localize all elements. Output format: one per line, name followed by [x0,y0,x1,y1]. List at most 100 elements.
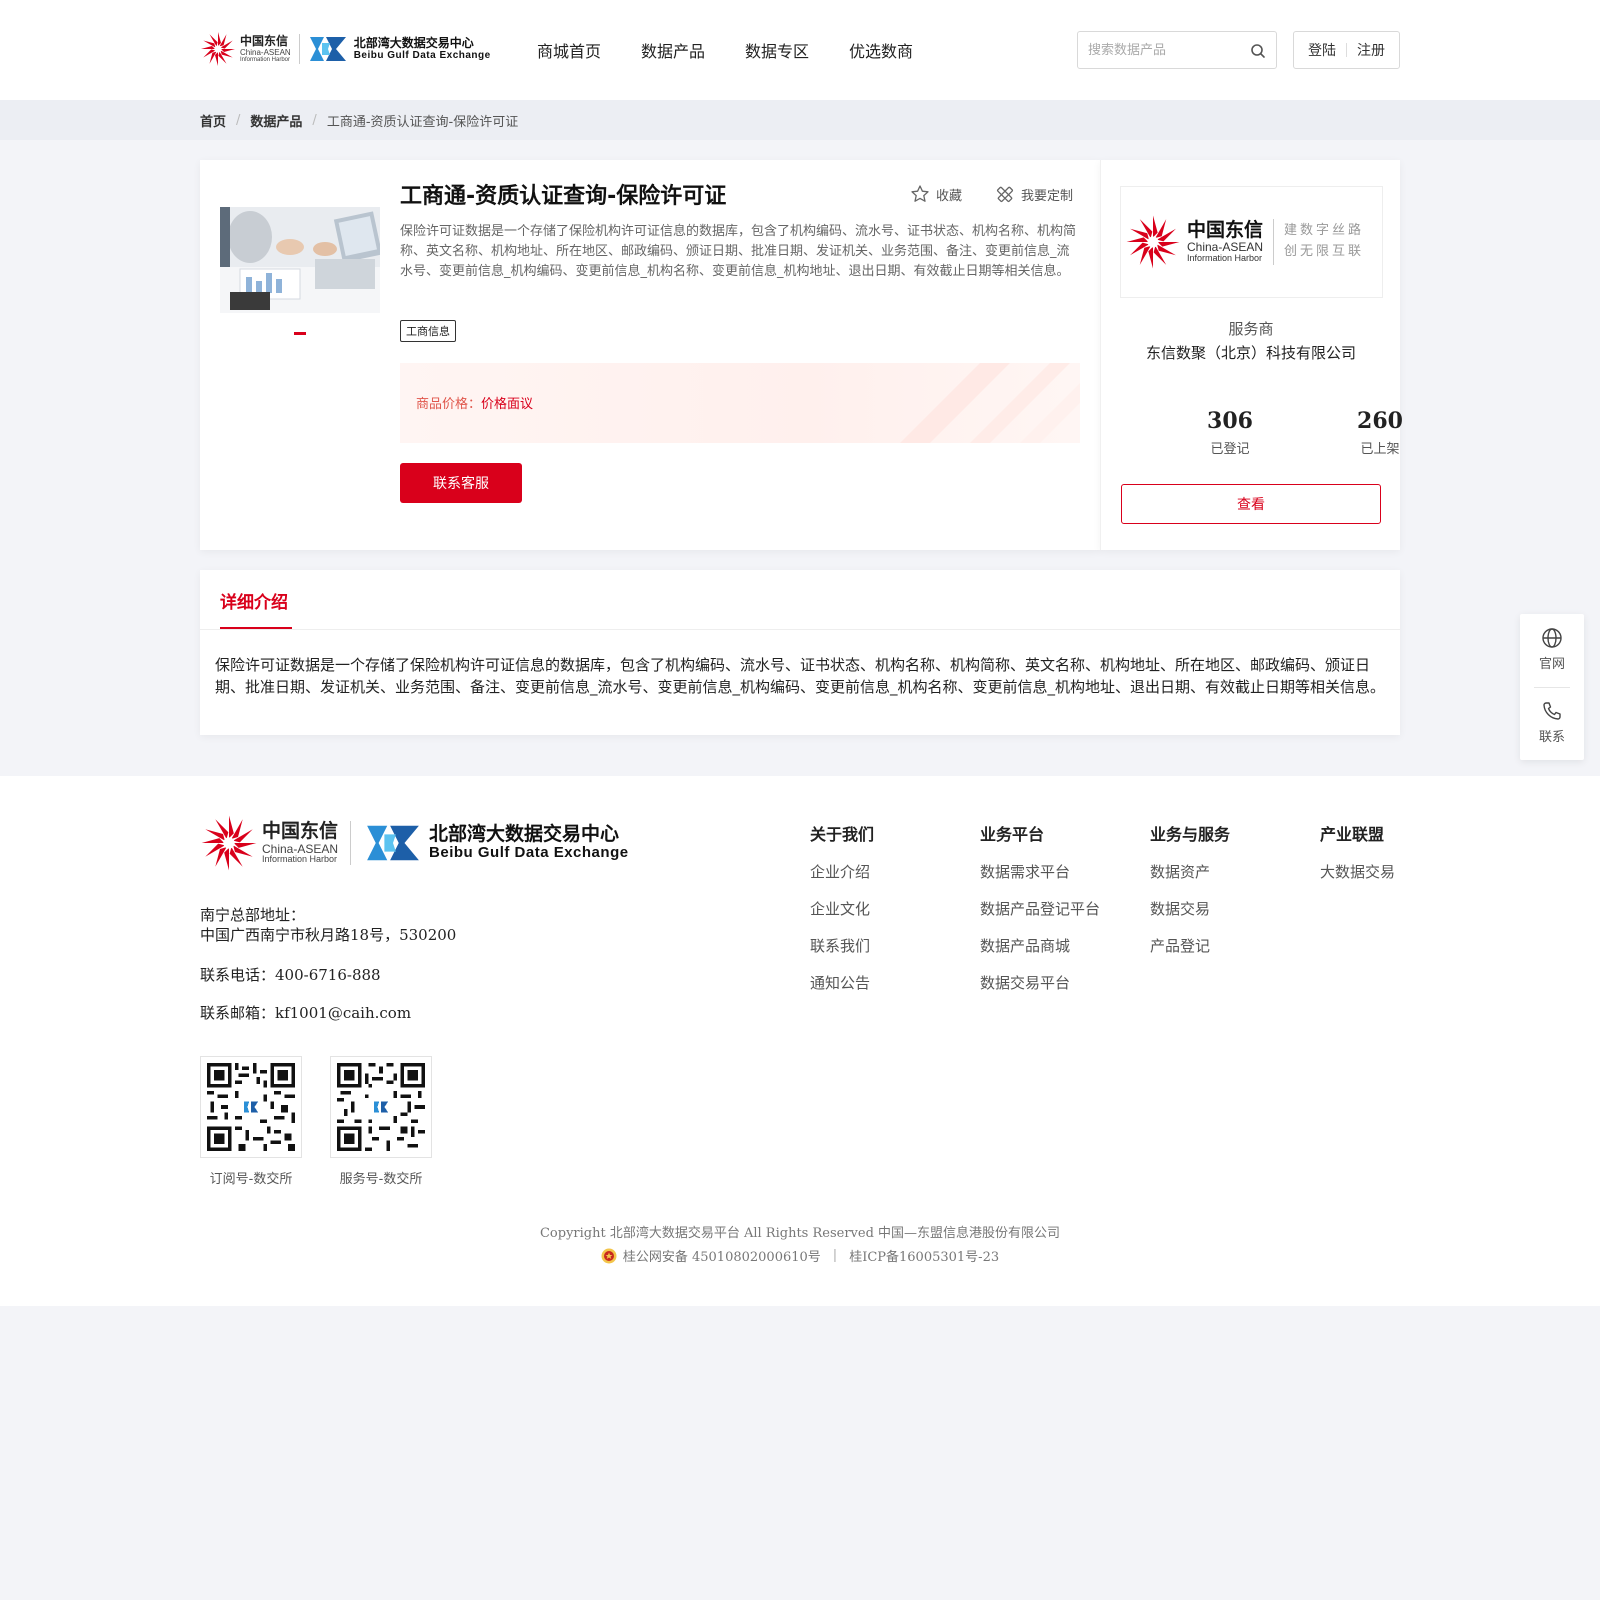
logo-cn-zh: 中国东信 [240,34,289,48]
footer-col-services: 业务与服务 数据资产 数据交易 产品登记 [1150,821,1230,972]
main-nav: 商城首页 数据产品 数据专区 优选数商 [537,38,953,62]
vendor-slogan-line-1: 建数字丝路 [1284,223,1365,239]
footer-logo-divider [350,821,352,865]
carousel-indicator[interactable] [294,332,306,335]
logo-cn-en2: Information Harbor [240,57,291,63]
footer-link-product-mall[interactable]: 数据产品商城 [980,935,1100,957]
vendor-logo-divider [1273,219,1275,265]
customize-label: 我要定制 [1021,188,1074,204]
beibu-gulf-logo: 北部湾大数据交易中心 Beibu Gulf Data Exchange [308,33,491,65]
float-contact-label: 联系 [1538,730,1565,745]
floating-sidebar: 官网 联系 [1520,614,1584,760]
footer-link-registration-platform[interactable]: 数据产品登记平台 [980,898,1100,920]
footer-link-demand-platform[interactable]: 数据需求平台 [980,861,1100,883]
logo-bx-zh: 北部湾大数据交易中心 [353,35,474,50]
tab-divider [200,629,1400,630]
favorite-label: 收藏 [936,188,963,204]
footer-logo-cn-zh: 中国东信 [262,820,339,842]
footer: 中国东信 China-ASEAN Information Harbor 北部湾大… [0,776,1600,1306]
login-link[interactable]: 登陆 [1298,40,1346,60]
site-logo[interactable]: 中国东信 China-ASEAN Information Harbor 北部湾大… [200,30,491,68]
decorative-stripes [900,363,1080,443]
price-label: 商品价格： [416,397,482,412]
price-value: 价格面议 [481,397,534,412]
email: 联系邮箱：kf1001@caih.com [200,1004,412,1022]
float-contact-button[interactable]: 联系 [1520,700,1584,745]
breadcrumb-category[interactable]: 数据产品 [250,111,302,130]
bx-emblem-icon [309,37,346,61]
auth-box: 登陆 注册 [1293,31,1400,69]
product-tag[interactable]: 工商信息 [400,320,456,342]
vendor-logo-en2: Information Harbor [1187,253,1263,264]
product-image[interactable] [220,207,380,313]
footer-link-trading-platform[interactable]: 数据交易平台 [980,972,1100,994]
search-input[interactable] [1078,32,1238,68]
contact-support-button[interactable]: 联系客服 [400,463,522,503]
nav-data-zone[interactable]: 数据专区 [745,38,809,62]
footer-link-big-data-trading[interactable]: 大数据交易 [1320,861,1395,883]
sunburst-logo-icon [1126,215,1180,269]
footer-link-product-registration[interactable]: 产品登记 [1150,935,1230,957]
bx-emblem-icon [367,825,419,861]
breadcrumb-separator: / [312,113,317,128]
address-label: 南宁总部地址： [200,906,306,924]
footer-link-company-intro[interactable]: 企业介绍 [810,861,874,883]
footer-link-culture[interactable]: 企业文化 [810,898,874,920]
china-asean-logo: 中国东信 China-ASEAN Information Harbor [200,31,291,67]
footer-beibu-gulf-logo: 北部湾大数据交易中心 Beibu Gulf Data Exchange [363,820,629,866]
price-box: 商品价格：价格面议 [400,363,1080,443]
icp-record[interactable]: 桂ICP备16005301号-23 [849,1246,999,1265]
customize-button[interactable]: 我要定制 [995,184,1073,204]
top-header: 中国东信 China-ASEAN Information Harbor 北部湾大… [0,0,1600,100]
footer-col-platforms: 业务平台 数据需求平台 数据产品登记平台 数据产品商城 数据交易平台 [980,821,1100,1009]
vendor-logo-zh: 中国东信 [1187,219,1264,242]
phone: 联系电话：400-6716-888 [200,966,381,984]
favorite-button[interactable]: 收藏 [910,184,962,204]
search-icon[interactable] [1250,43,1266,59]
listed-label: 已上架 [1360,442,1400,457]
price-text: 商品价格：价格面议 [416,393,533,412]
police-record[interactable]: 桂公网安备 45010802000610号 [623,1246,821,1265]
breadcrumb-home[interactable]: 首页 [200,111,226,130]
address: 中国广西南宁市秋月路18号，530200 [200,926,457,944]
footer-logo-bx-en: Beibu Gulf Data Exchange [429,844,629,862]
registered-stat: 306 已登记 [1175,408,1285,457]
listed-stat: 260 已上架 [1325,408,1435,457]
footer-col-about: 关于我们 企业介绍 企业文化 联系我们 通知公告 [810,821,874,1009]
view-vendor-button[interactable]: 查看 [1121,484,1381,524]
footer-logo-bx-zh: 北部湾大数据交易中心 [429,823,620,846]
footer-link-data-trading[interactable]: 数据交易 [1150,898,1230,920]
float-website-label: 官网 [1538,657,1565,672]
footer-col-title: 关于我们 [810,825,875,844]
register-link[interactable]: 注册 [1347,40,1395,60]
product-title: 工商通-资质认证查询-保险许可证 [400,184,727,209]
business-meeting-image [220,207,380,313]
nav-preferred-vendors[interactable]: 优选数商 [849,38,913,62]
qr-caption-service: 服务号-数交所 [339,1172,423,1187]
sunburst-logo-icon [201,815,257,871]
float-website-button[interactable]: 官网 [1520,627,1584,672]
star-icon [911,185,929,202]
breadcrumb: 首页 / 数据产品 / 工商通-资质认证查询-保险许可证 [0,100,1600,140]
breadcrumb-separator: / [236,113,241,128]
nav-data-products[interactable]: 数据产品 [641,38,705,62]
qr-code-icon [337,1063,425,1151]
detail-section: 详细介绍 保险许可证数据是一个存储了保险机构许可证信息的数据库，包含了机构编码、… [200,570,1400,735]
footer-link-contact[interactable]: 联系我们 [810,935,874,957]
footer-link-notices[interactable]: 通知公告 [810,972,874,994]
nav-mall-home[interactable]: 商城首页 [537,38,601,62]
qr-code-service [330,1056,432,1158]
icp-separator: | [832,1248,838,1263]
vendor-slogan-line-2: 创无限互联 [1284,244,1365,259]
product-summary: 保险许可证数据是一个存储了保险机构许可证信息的数据库，包含了机构编码、流水号、证… [400,224,1077,279]
footer-link-data-assets[interactable]: 数据资产 [1150,861,1230,883]
logo-bx-en: Beibu Gulf Data Exchange [353,50,491,62]
police-badge-icon [601,1248,617,1263]
footer-col-title: 业务与服务 [1150,825,1231,844]
tab-detail-intro[interactable]: 详细介绍 [220,588,288,613]
float-divider [1534,687,1570,688]
vendor-logo[interactable]: 中国东信 China-ASEAN Information Harbor 建数字丝… [1120,186,1383,298]
phone-icon [1543,702,1561,720]
icp-row: 桂公网安备 45010802000610号 | 桂ICP备16005301号-2… [0,1246,1600,1265]
footer-col-alliance: 产业联盟 大数据交易 [1320,821,1395,898]
